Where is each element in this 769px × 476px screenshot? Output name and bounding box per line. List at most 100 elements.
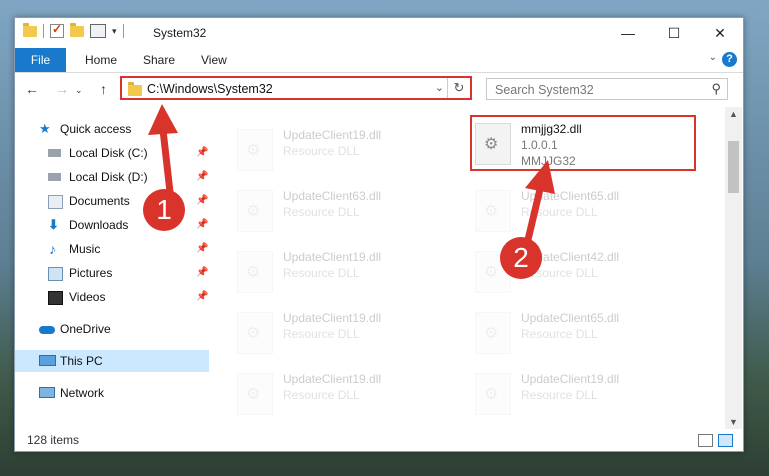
- list-item[interactable]: UpdateClient19.dll Resource DLL: [237, 369, 457, 419]
- tab-share[interactable]: Share: [143, 48, 175, 72]
- file-name: UpdateClient19.dll: [283, 372, 382, 386]
- search-input[interactable]: [493, 81, 697, 99]
- sidebar-item-local-disk-d[interactable]: Local Disk (D:) 📌: [15, 166, 209, 188]
- search-icon[interactable]: ⚲: [711, 81, 721, 97]
- dll-file-icon: [237, 129, 273, 171]
- sidebar-item-pictures[interactable]: Pictures 📌: [15, 262, 209, 284]
- refresh-icon[interactable]: ↻: [447, 78, 470, 98]
- dll-file-icon: [237, 251, 273, 293]
- properties-icon[interactable]: [90, 24, 106, 38]
- forward-arrow-icon[interactable]: →: [55, 81, 69, 97]
- file-name: UpdateClient65.dll: [521, 189, 620, 203]
- dll-file-icon: [475, 312, 511, 354]
- sidebar-item-label: OneDrive: [60, 322, 111, 336]
- tab-home[interactable]: Home: [85, 48, 117, 72]
- file-type: Resource DLL: [521, 327, 598, 341]
- file-name: UpdateClient19.dll: [283, 311, 382, 325]
- search-box[interactable]: ⚲: [486, 78, 728, 100]
- tab-file[interactable]: File: [15, 48, 66, 72]
- sidebar-item-quick-access[interactable]: ★ Quick access: [15, 118, 209, 140]
- file-type: Resource DLL: [283, 266, 360, 280]
- title-bar: ▾ System32 — ☐ ✕: [15, 18, 743, 48]
- address-dropdown-chevron-icon[interactable]: ⌄: [435, 81, 444, 94]
- computer-icon: [39, 355, 56, 366]
- file-list: UpdateClient19.dll Resource DLL mmjjg32.…: [211, 113, 725, 426]
- pictures-icon: [48, 267, 63, 281]
- dll-file-icon: [237, 312, 273, 354]
- file-type: Resource DLL: [283, 388, 360, 402]
- vertical-scrollbar[interactable]: ▲ ▼: [725, 107, 742, 429]
- list-item[interactable]: UpdateClient63.dll Resource DLL: [237, 186, 457, 236]
- address-path[interactable]: C:\Windows\System32: [147, 82, 273, 96]
- download-icon: ⬇: [48, 217, 59, 232]
- scrollbar-thumb[interactable]: [728, 141, 739, 193]
- callout-badge-1: 1: [143, 189, 185, 231]
- pin-icon[interactable]: 📌: [196, 286, 208, 308]
- pin-icon[interactable]: 📌: [196, 190, 208, 212]
- large-icons-view-icon[interactable]: [718, 434, 733, 447]
- sidebar-item-local-disk-c[interactable]: Local Disk (C:) 📌: [15, 142, 209, 164]
- file-name: UpdateClient65.dll: [521, 311, 620, 325]
- dll-file-icon: [475, 190, 511, 232]
- item-count: 128 items: [27, 433, 80, 447]
- details-view-icon[interactable]: [698, 434, 713, 447]
- pin-icon[interactable]: 📌: [196, 166, 208, 188]
- callout-badge-2: 2: [500, 237, 542, 279]
- dll-file-icon: [237, 190, 273, 232]
- sidebar-item-label: Local Disk (C:): [69, 146, 148, 160]
- tab-view[interactable]: View: [201, 48, 227, 72]
- file-type: Resource DLL: [283, 205, 360, 219]
- maximize-button[interactable]: ☐: [651, 18, 697, 48]
- documents-icon: [48, 195, 63, 209]
- list-item[interactable]: UpdateClient65.dll Resource DLL: [475, 308, 695, 358]
- pin-icon[interactable]: 📌: [196, 142, 208, 164]
- expand-ribbon-chevron-icon[interactable]: ⌄: [709, 52, 717, 63]
- folder-icon[interactable]: [23, 22, 37, 37]
- up-arrow-icon[interactable]: ↑: [100, 81, 107, 97]
- sidebar-item-music[interactable]: ♪ Music 📌: [15, 238, 209, 260]
- scroll-down-arrow-icon[interactable]: ▼: [725, 417, 742, 427]
- sidebar-item-this-pc[interactable]: This PC: [15, 350, 209, 372]
- dll-file-icon: [475, 373, 511, 415]
- list-item[interactable]: UpdateClient19.dll Resource DLL: [475, 369, 695, 419]
- music-icon: ♪: [49, 241, 56, 257]
- pin-icon[interactable]: 📌: [196, 262, 208, 284]
- cloud-icon: [39, 326, 55, 334]
- ribbon-tabs: File Home Share View ⌄ ?: [15, 48, 743, 73]
- sidebar-item-onedrive[interactable]: OneDrive: [15, 318, 209, 340]
- pin-icon[interactable]: 📌: [196, 238, 208, 260]
- sidebar-item-network[interactable]: Network: [15, 382, 209, 404]
- sidebar-item-videos[interactable]: Videos 📌: [15, 286, 209, 308]
- star-icon: ★: [39, 121, 51, 136]
- sidebar-item-label: Pictures: [69, 266, 113, 280]
- minimize-button[interactable]: —: [605, 18, 651, 48]
- pin-icon[interactable]: 📌: [196, 214, 208, 236]
- dll-file-icon: [237, 373, 273, 415]
- file-type: Resource DLL: [283, 144, 360, 158]
- recent-locations-chevron-icon[interactable]: ⌄: [75, 85, 83, 96]
- scroll-up-arrow-icon[interactable]: ▲: [725, 109, 742, 119]
- file-explorer-window: ▾ System32 — ☐ ✕ File Home Share View ⌄ …: [14, 17, 744, 452]
- properties-check-icon[interactable]: [50, 22, 64, 38]
- file-name: UpdateClient63.dll: [283, 189, 382, 203]
- new-folder-icon[interactable]: [70, 22, 84, 37]
- list-item[interactable]: UpdateClient65.dll Resource DLL: [475, 186, 695, 236]
- sidebar-item-label: This PC: [60, 354, 103, 368]
- list-item[interactable]: UpdateClient19.dll Resource DLL: [237, 308, 457, 358]
- list-item[interactable]: UpdateClient19.dll Resource DLL: [237, 247, 457, 297]
- drive-icon: [48, 149, 61, 157]
- sidebar-item-label: Music: [69, 242, 101, 256]
- back-arrow-icon[interactable]: ←: [25, 81, 39, 97]
- help-icon[interactable]: ?: [722, 52, 737, 67]
- list-item[interactable]: UpdateClient19.dll Resource DLL: [237, 125, 457, 175]
- address-bar[interactable]: C:\Windows\System32 ⌄ ↻: [120, 76, 472, 100]
- network-icon: [39, 387, 55, 398]
- drive-icon: [48, 173, 61, 181]
- navigation-bar: ← → ⌄ ↑ C:\Windows\System32 ⌄ ↻ ⚲: [15, 73, 743, 107]
- file-name: UpdateClient19.dll: [521, 372, 620, 386]
- customize-toolbar-arrow-icon[interactable]: ▾: [112, 26, 117, 37]
- sidebar-item-label: Downloads: [69, 218, 129, 232]
- sidebar-item-label: Documents: [69, 194, 130, 208]
- file-type: Resource DLL: [521, 388, 598, 402]
- close-button[interactable]: ✕: [697, 18, 743, 48]
